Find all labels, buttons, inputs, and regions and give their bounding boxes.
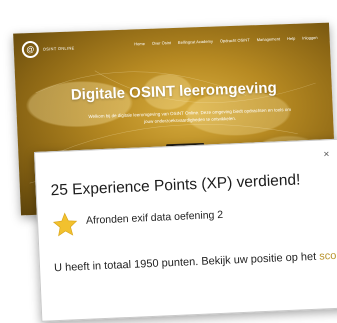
nav-item-opdracht[interactable]: Opdracht OSINT [220, 37, 250, 43]
close-icon[interactable]: × [323, 149, 329, 160]
scoreboard-link[interactable]: scorebord [319, 249, 337, 263]
points-total-text: U heeft in totaal 1950 punten. Bekijk uw… [53, 248, 337, 275]
popup-title: 25 Experience Points (XP) verdiend! [50, 171, 301, 200]
achievement-text: Afronden exif data oefening 2 [85, 208, 224, 227]
nav-item-help[interactable]: Help [287, 36, 295, 41]
nav-item-over[interactable]: Over Osint [152, 40, 171, 46]
nav-item-inloggen[interactable]: Inloggen [302, 35, 318, 41]
logo-text: OSINT ONLINE [42, 45, 75, 52]
xp-notification-popup: × 25 Experience Points (XP) verdiend! Af… [34, 138, 337, 322]
points-total-prefix: U heeft in totaal 1950 punten. Bekijk uw… [53, 250, 320, 275]
achievement-row: Afronden exif data oefening 2 [52, 205, 224, 238]
nav-item-home[interactable]: Home [134, 41, 145, 46]
nav-item-management[interactable]: Management [257, 36, 281, 42]
star-icon [52, 212, 78, 237]
osint-logo-icon: @ [21, 40, 40, 59]
site-logo[interactable]: @ OSINT ONLINE [21, 39, 75, 59]
